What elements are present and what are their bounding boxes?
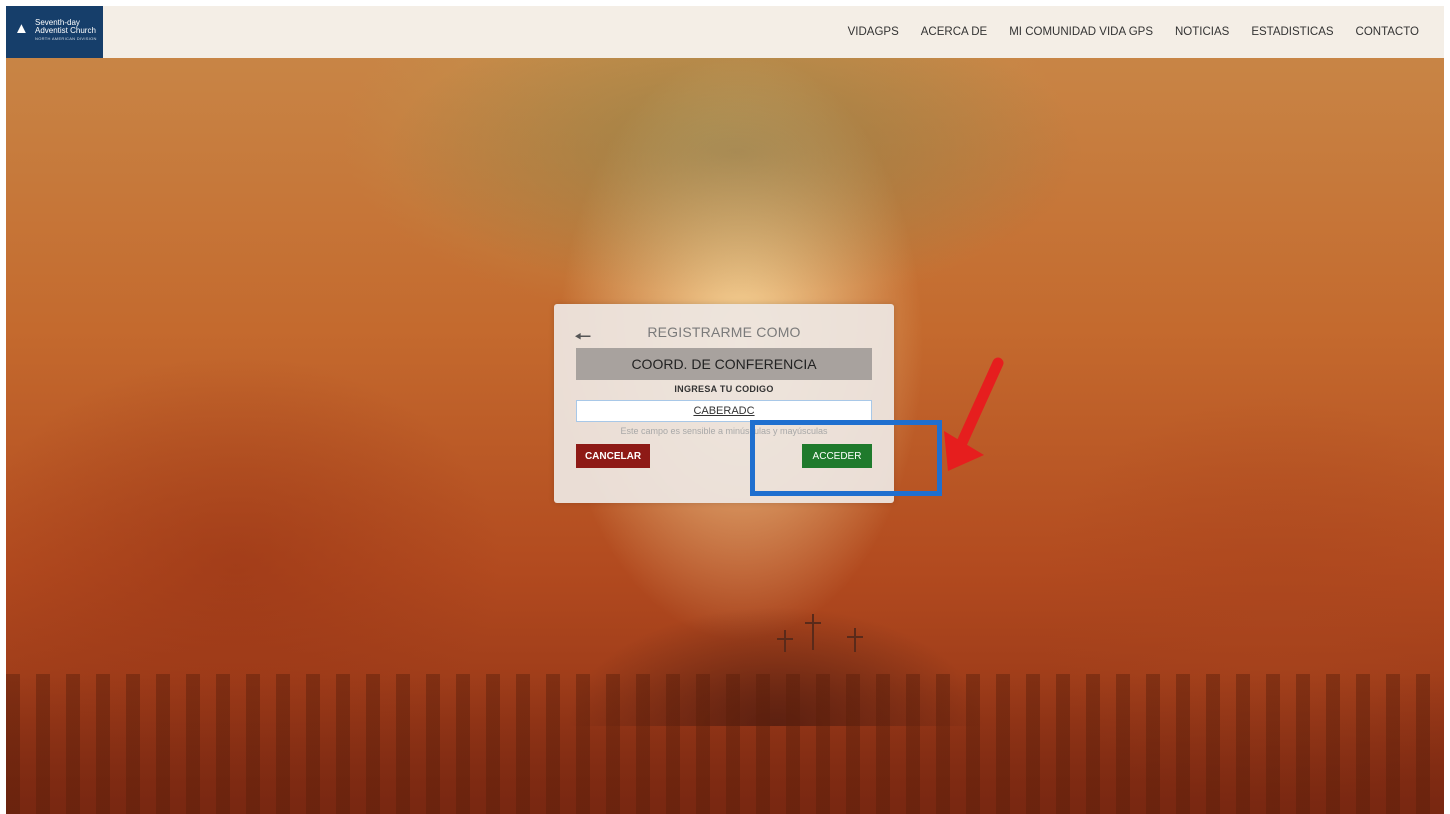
cross-icon bbox=[805, 614, 821, 650]
cancel-button[interactable]: CANCELAR bbox=[576, 444, 650, 468]
logo-text-line3: NORTH AMERICAN DIVISION bbox=[35, 36, 97, 41]
red-arrow-annotation bbox=[944, 357, 1004, 471]
code-input[interactable] bbox=[576, 400, 872, 422]
top-navbar: ▲ Seventh-day Adventist Church NORTH AME… bbox=[6, 6, 1444, 58]
hands-image bbox=[386, 56, 1086, 296]
flame-icon: ▲ bbox=[14, 20, 29, 37]
cross-icon bbox=[847, 628, 863, 652]
cross-icon bbox=[777, 630, 793, 652]
nav-estadisticas[interactable]: ESTADISTICAS bbox=[1240, 26, 1344, 38]
main-nav: VIDAGPS ACERCA DE MI COMUNIDAD VIDA GPS … bbox=[837, 6, 1430, 58]
skyline-image bbox=[6, 674, 1444, 814]
nav-mi-comunidad[interactable]: MI COMUNIDAD VIDA GPS bbox=[998, 26, 1164, 38]
role-display: COORD. DE CONFERENCIA bbox=[576, 348, 872, 380]
church-logo[interactable]: ▲ Seventh-day Adventist Church NORTH AME… bbox=[6, 6, 103, 58]
code-label: INGRESA TU CODIGO bbox=[674, 384, 774, 394]
nav-acerca-de[interactable]: ACERCA DE bbox=[910, 26, 998, 38]
nav-contacto[interactable]: CONTACTO bbox=[1345, 26, 1430, 38]
nav-vidagps[interactable]: VIDAGPS bbox=[837, 26, 910, 38]
nav-noticias[interactable]: NOTICIAS bbox=[1164, 26, 1240, 38]
highlight-annotation bbox=[750, 420, 942, 496]
logo-text-line2: Adventist Church bbox=[35, 26, 96, 35]
modal-title: REGISTRARME COMO bbox=[647, 324, 801, 340]
